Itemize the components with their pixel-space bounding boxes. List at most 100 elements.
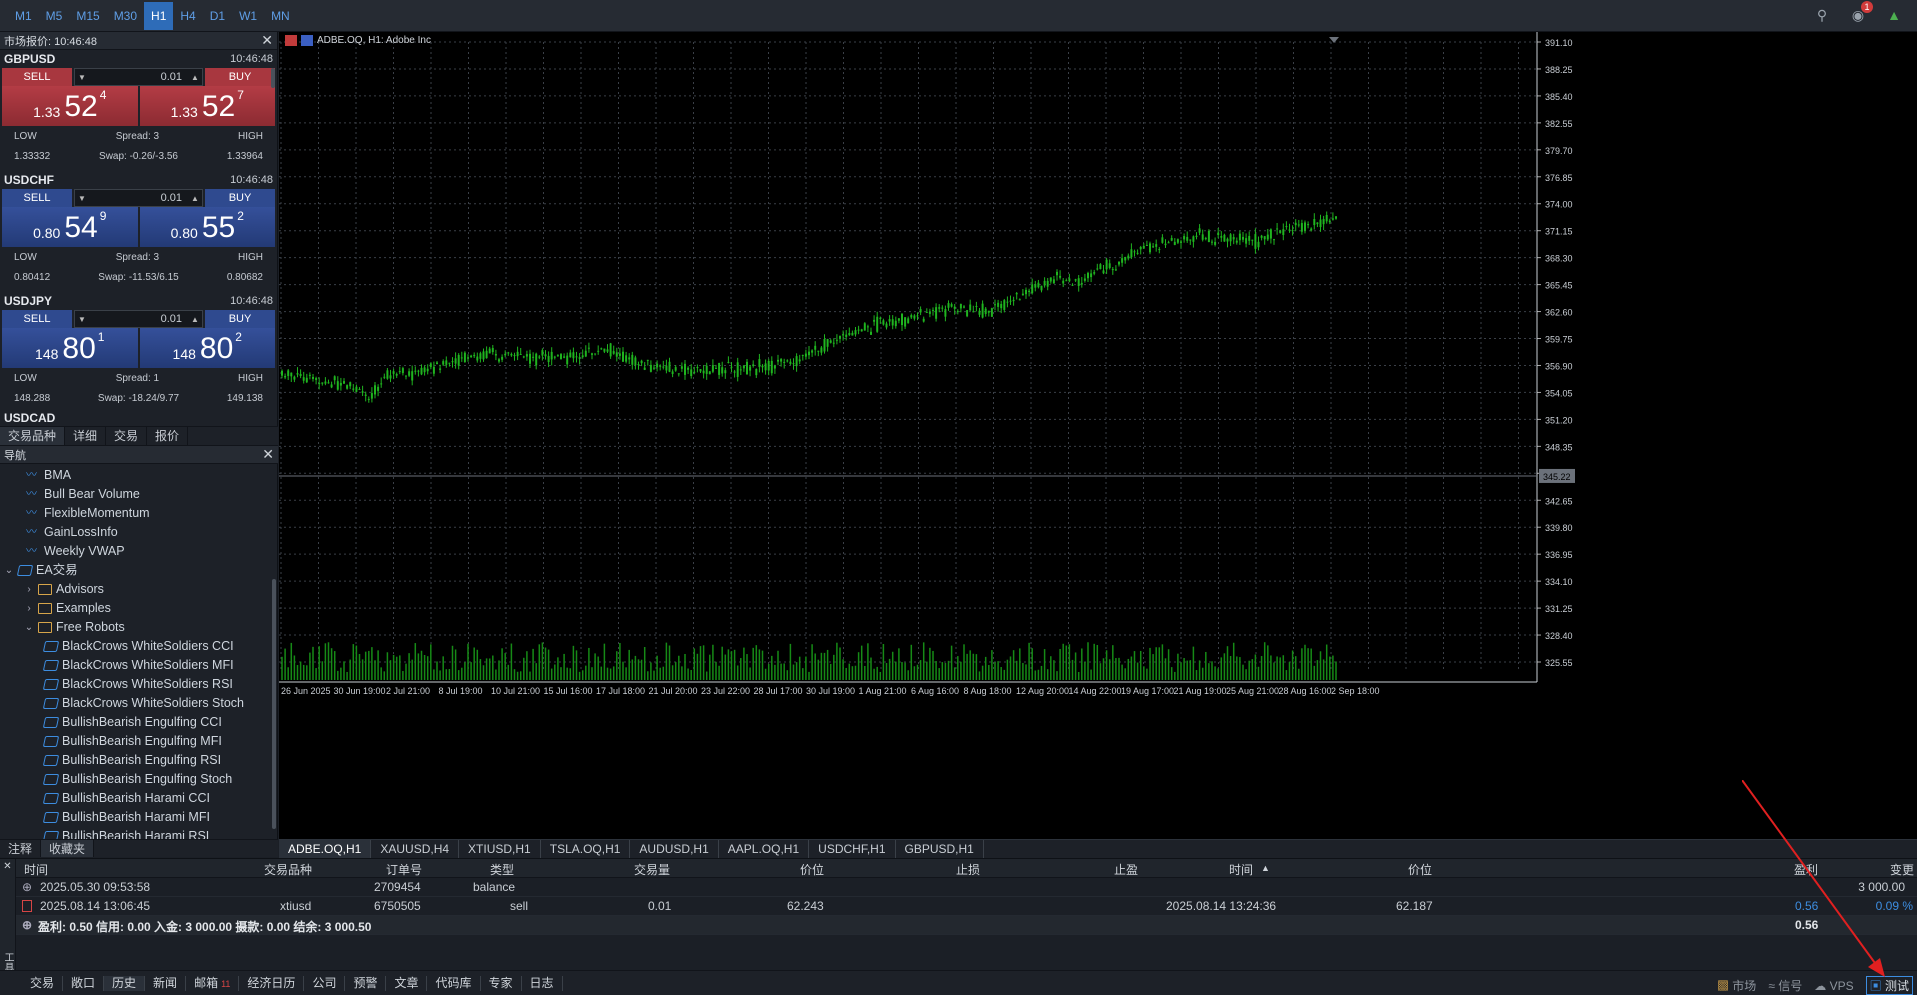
timeframe-mn[interactable]: MN [264,2,297,30]
nav-item[interactable]: BullishBearish Engulfing CCI [0,713,278,732]
buy-button[interactable]: BUY [205,310,275,328]
toolbox-tab[interactable]: 文章 [386,975,428,991]
quotes-scrollbar[interactable] [271,68,275,88]
timeframe-h4[interactable]: H4 [173,2,202,30]
market-status[interactable]: ▩ 市场 [1717,977,1756,994]
notification-icon[interactable]: ◉ 1 [1849,1,1873,24]
chart-tab[interactable]: USDCHF,H1 [809,840,896,858]
toolbox-tab[interactable]: 邮箱 11 [186,975,240,991]
col-tp[interactable]: 止盈 [1114,861,1138,878]
ask-price[interactable]: 1.33 52 7 [139,86,275,126]
quote-gbpusd[interactable]: GBPUSD 10:46:48 SELL ▼ 0.01 ▲ BUY 1.33 52 4 1.33 52… [0,50,277,171]
signal-strength-icon[interactable]: ▲ [1885,6,1903,24]
col-time2[interactable]: 时间 [1229,861,1253,878]
col-price[interactable]: 价位 [800,861,824,878]
nav-item[interactable]: BullishBearish Harami CCI [0,789,278,808]
nav-item[interactable]: ⌄ Free Robots [0,618,278,637]
chevron-down-icon[interactable]: ▼ [75,194,89,203]
chart-tab[interactable]: TSLA.OQ,H1 [541,840,631,858]
nav-item[interactable]: BlackCrows WhiteSoldiers CCI [0,637,278,656]
chevron-right-icon[interactable]: › [20,599,38,618]
col-time[interactable]: 时间 [24,861,48,878]
volume-value[interactable]: 0.01 [89,71,188,83]
volume-value[interactable]: 0.01 [89,192,188,204]
toolbox-tab[interactable]: 预警 [345,975,387,991]
quote-usdjpy[interactable]: USDJPY 10:46:48 SELL ▼ 0.01 ▲ BUY 148 80 1 148 80 2 L… [0,292,277,413]
volume-value[interactable]: 0.01 [89,313,188,325]
col-profit[interactable]: 盈利 [1794,861,1818,878]
nav-tab-0[interactable]: 注释 [0,840,42,857]
volume-field[interactable]: ▼ 0.01 ▲ [74,68,203,86]
toolbox-tab[interactable]: 公司 [304,975,346,991]
nav-item[interactable]: 〰 BMA [0,466,278,485]
sell-button[interactable]: SELL [2,310,72,328]
tab-1[interactable]: 详细 [65,427,107,445]
col-order[interactable]: 订单号 [386,861,422,878]
bid-price[interactable]: 0.80 54 9 [2,207,138,247]
chevron-up-icon[interactable]: ▲ [188,315,202,324]
col-symbol[interactable]: 交易品种 [264,861,312,878]
chevron-down-icon[interactable]: ▼ [75,315,89,324]
tab-0[interactable]: 交易品种 [0,427,66,445]
chart-tab[interactable]: GBPUSD,H1 [896,840,984,858]
sell-button[interactable]: SELL [2,68,72,86]
nav-item[interactable]: BullishBearish Engulfing RSI [0,751,278,770]
nav-item[interactable]: 〰 GainLossInfo [0,523,278,542]
toolbox-tab[interactable]: 交易 [22,975,64,991]
timeframe-d1[interactable]: D1 [203,2,232,30]
toolbox-tab[interactable]: 日志 [522,975,563,991]
nav-item[interactable]: 〰 FlexibleMomentum [0,504,278,523]
nav-item[interactable]: 〰 Bull Bear Volume [0,485,278,504]
sell-button[interactable]: SELL [2,189,72,207]
nav-tab-1[interactable]: 收藏夹 [41,840,95,857]
price-chart[interactable]: 391.10 388.25 385.40 382.55 379.70 376.85 374.… [279,32,1917,840]
nav-item[interactable]: ⌄ EA交易 [0,561,278,580]
chart-tab[interactable]: ADBE.OQ,H1 [279,840,372,858]
chevron-down-icon[interactable]: ▼ [75,73,89,82]
col-type[interactable]: 类型 [490,861,514,878]
table-row[interactable]: 2025.08.14 13:06:45 xtiusd 6750505 sell … [16,897,1917,916]
toolbox-tab[interactable]: 经济日历 [239,975,305,991]
chevron-down-icon[interactable]: ⌄ [0,561,18,580]
col-volume[interactable]: 交易量 [634,861,670,878]
nav-item[interactable]: BlackCrows WhiteSoldiers MFI [0,656,278,675]
chart-tab[interactable]: AAPL.OQ,H1 [719,840,810,858]
nav-item[interactable]: BlackCrows WhiteSoldiers RSI [0,675,278,694]
chevron-up-icon[interactable]: ▲ [188,73,202,82]
timeframe-m15[interactable]: M15 [69,2,106,30]
ask-price[interactable]: 148 80 2 [139,328,275,368]
col-price2[interactable]: 价位 [1408,861,1432,878]
tester-status[interactable]: ▣ 测试 [1865,976,1913,995]
bid-price[interactable]: 1.33 52 4 [2,86,138,126]
col-sl[interactable]: 止损 [956,861,980,878]
toolbox-tab[interactable]: 代码库 [427,975,481,991]
buy-button[interactable]: BUY [205,189,275,207]
volume-field[interactable]: ▼ 0.01 ▲ [74,189,203,207]
close-icon[interactable]: ✕ [3,861,11,872]
nav-item[interactable]: BlackCrows WhiteSoldiers Stoch [0,694,278,713]
tab-2[interactable]: 交易 [106,427,148,445]
ask-price[interactable]: 0.80 55 2 [139,207,275,247]
timeframe-m5[interactable]: M5 [39,2,70,30]
chevron-up-icon[interactable]: ▲ [188,194,202,203]
nav-item[interactable]: › Advisors [0,580,278,599]
timeframe-m1[interactable]: M1 [8,2,39,30]
nav-item[interactable]: BullishBearish Harami MFI [0,808,278,827]
chevron-down-icon[interactable]: ⌄ [20,618,38,637]
nav-item[interactable]: 〰 Weekly VWAP [0,542,278,561]
bid-price[interactable]: 148 80 1 [2,328,138,368]
navigator-scrollbar[interactable] [272,579,276,829]
timeframe-w1[interactable]: W1 [232,2,264,30]
chart-area[interactable]: 391.10 388.25 385.40 382.55 379.70 376.85 374.… [279,32,1917,840]
close-icon[interactable]: ✕ [262,446,274,463]
timeframe-m30[interactable]: M30 [107,2,144,30]
nav-item[interactable]: › Examples [0,599,278,618]
chevron-right-icon[interactable]: › [20,580,38,599]
toolbox-tab[interactable]: 敞口 [63,975,105,991]
chart-tab[interactable]: AUDUSD,H1 [630,840,719,858]
quote-usdchf[interactable]: USDCHF 10:46:48 SELL ▼ 0.01 ▲ BUY 0.80 54 9 0.80 55… [0,171,277,292]
signal-status[interactable]: ≈ 信号 [1768,977,1802,994]
toolbox-tab[interactable]: 专家 [481,975,522,991]
tab-3[interactable]: 报价 [147,427,189,445]
vps-status[interactable]: ☁ VPS [1814,979,1853,993]
